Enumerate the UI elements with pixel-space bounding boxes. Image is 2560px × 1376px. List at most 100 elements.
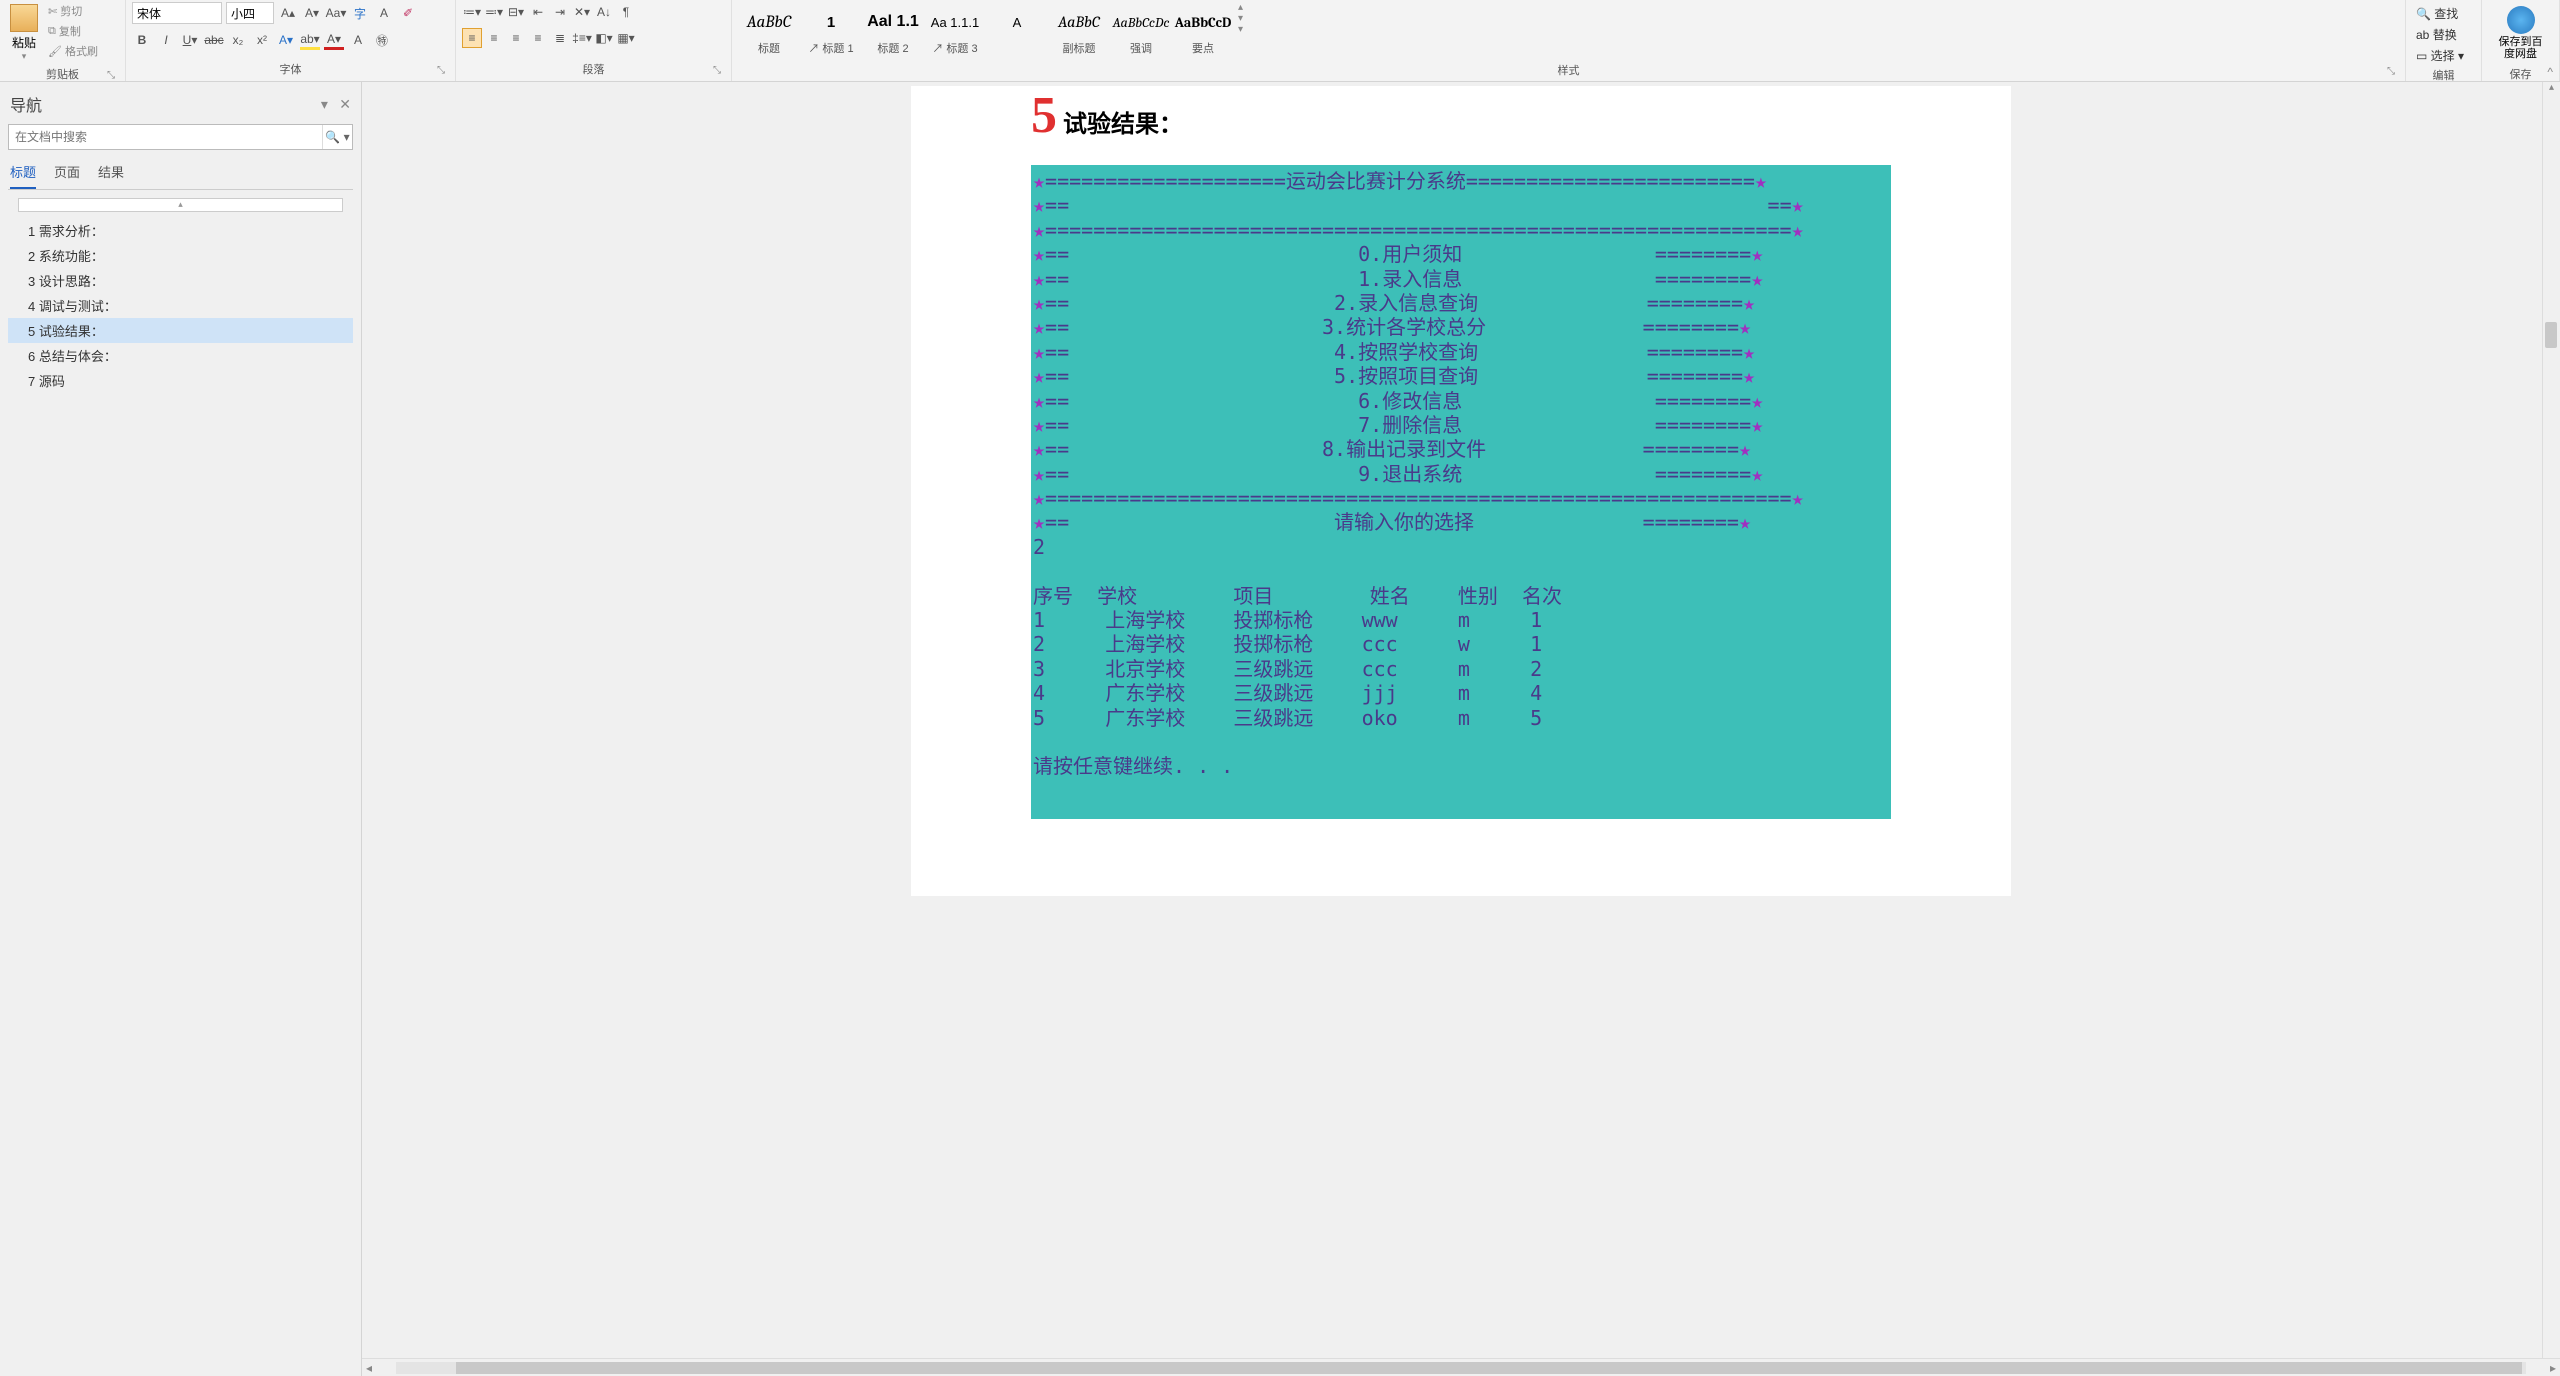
- align-right-button[interactable]: ≡: [506, 28, 526, 48]
- heading-text: 试验结果：: [1063, 104, 1183, 139]
- increase-indent-button[interactable]: ⇥: [550, 2, 570, 22]
- select-label: 选择: [2431, 49, 2455, 63]
- style-item-1[interactable]: 1↗ 标题 1: [800, 2, 862, 60]
- styles-dialog-launcher[interactable]: ⤡: [2385, 66, 2397, 78]
- nav-item[interactable]: 3 设计思路：: [8, 268, 353, 293]
- group-editing: 🔍 查找 ab 替换 ▭ 选择 ▾ 编辑: [2406, 0, 2482, 81]
- style-item-4[interactable]: A: [986, 2, 1048, 60]
- numbering-button[interactable]: ≕▾: [484, 2, 504, 22]
- styles-more-button[interactable]: ▴▾▾: [1238, 2, 1256, 35]
- style-item-6[interactable]: AaBbCcDc强调: [1110, 2, 1172, 60]
- copy-icon: ⧉: [48, 25, 56, 38]
- font-name-select[interactable]: [132, 2, 222, 24]
- bullets-button[interactable]: ≔▾: [462, 2, 482, 22]
- replace-button[interactable]: ab 替换: [2412, 25, 2468, 44]
- italic-button[interactable]: I: [156, 30, 176, 50]
- scissors-icon: ✄: [48, 5, 57, 18]
- workspace: 导航 ▾ ✕ 🔍 ▾ 标题 页面 结果 ▴ 1 需求分析：2 系统功能：3 设计…: [0, 82, 2560, 1376]
- change-case-button[interactable]: Aa▾: [326, 3, 346, 23]
- nav-item[interactable]: 2 系统功能：: [8, 243, 353, 268]
- font-color-button[interactable]: A▾: [324, 30, 344, 50]
- nav-item[interactable]: 7 源码: [8, 368, 353, 393]
- hscroll-thumb[interactable]: [456, 1362, 2522, 1374]
- align-left-button[interactable]: ≡: [462, 28, 482, 48]
- style-item-0[interactable]: AaBbC标题: [738, 2, 800, 60]
- nav-item[interactable]: 5 试验结果：: [8, 318, 353, 343]
- subscript-button[interactable]: x₂: [228, 30, 248, 50]
- find-button[interactable]: 🔍 查找: [2412, 4, 2468, 23]
- nav-search-button[interactable]: 🔍 ▾: [322, 125, 352, 149]
- group-label-clipboard: 剪贴板: [46, 69, 79, 81]
- show-marks-button[interactable]: ¶: [616, 2, 636, 22]
- paragraph-dialog-launcher[interactable]: ⤡: [711, 65, 723, 77]
- distributed-button[interactable]: ≣: [550, 28, 570, 48]
- cloud-icon: [2507, 6, 2535, 34]
- justify-button[interactable]: ≡: [528, 28, 548, 48]
- group-font: A▴ A▾ Aa▾ 字 A ✐ B I U▾ abc x₂ x² A▾ ab▾ …: [126, 0, 456, 81]
- char-border-button[interactable]: A: [374, 3, 394, 23]
- superscript-button[interactable]: x²: [252, 30, 272, 50]
- text-effects-button[interactable]: A▾: [276, 30, 296, 50]
- underline-button[interactable]: U▾: [180, 30, 200, 50]
- nav-item[interactable]: 6 总结与体会：: [8, 343, 353, 368]
- line-spacing-button[interactable]: ‡≡▾: [572, 28, 592, 48]
- style-item-7[interactable]: AaBbCcD要点: [1172, 2, 1234, 60]
- collapse-ribbon-button[interactable]: ^: [2547, 65, 2553, 79]
- style-item-3[interactable]: Aa 1.1.1↗ 标题 3: [924, 2, 986, 60]
- sort-button[interactable]: A↓: [594, 2, 614, 22]
- nav-jump-bar[interactable]: ▴: [18, 198, 343, 212]
- group-clipboard: 粘贴 ▾ ✄剪切 ⧉复制 🖌格式刷 剪贴板 ⤡: [0, 0, 126, 81]
- strikethrough-button[interactable]: abc: [204, 30, 224, 50]
- nav-tab-headings[interactable]: 标题: [10, 160, 36, 189]
- vertical-scrollbar[interactable]: ▴: [2542, 82, 2560, 1358]
- align-center-button[interactable]: ≡: [484, 28, 504, 48]
- asian-layout-button[interactable]: ✕▾: [572, 2, 592, 22]
- phonetic-guide-button[interactable]: 字: [350, 3, 370, 23]
- bold-button[interactable]: B: [132, 30, 152, 50]
- nav-tab-pages[interactable]: 页面: [54, 160, 80, 189]
- nav-dropdown-button[interactable]: ▾: [321, 96, 328, 112]
- style-item-5[interactable]: AaBbC副标题: [1048, 2, 1110, 60]
- copy-label: 复制: [59, 23, 81, 39]
- nav-item[interactable]: 4 调试与测试：: [8, 293, 353, 318]
- group-label-styles: 样式: [1558, 65, 1580, 77]
- nav-items-list: 1 需求分析：2 系统功能：3 设计思路：4 调试与测试：5 试验结果：6 总结…: [8, 218, 353, 1370]
- group-label-font: 字体: [280, 64, 302, 76]
- char-shading-button[interactable]: A: [348, 30, 368, 50]
- shading-button[interactable]: ◧▾: [594, 28, 614, 48]
- nav-tabs: 标题 页面 结果: [8, 156, 353, 190]
- grow-font-button[interactable]: A▴: [278, 3, 298, 23]
- horizontal-scrollbar[interactable]: ◂ ▸: [362, 1358, 2560, 1376]
- vscroll-thumb[interactable]: [2545, 322, 2557, 348]
- document-scroll[interactable]: 5 试验结果： ★====================运动会比赛计分系统==…: [362, 82, 2560, 1358]
- multilevel-list-button[interactable]: ⊟▾: [506, 2, 526, 22]
- decrease-indent-button[interactable]: ⇤: [528, 2, 548, 22]
- style-item-2[interactable]: Aal 1.1标题 2: [862, 2, 924, 60]
- shrink-font-button[interactable]: A▾: [302, 3, 322, 23]
- document-area: 5 试验结果： ★====================运动会比赛计分系统==…: [362, 82, 2560, 1376]
- cut-button[interactable]: ✄剪切: [46, 2, 100, 20]
- nav-title: 导航: [10, 92, 42, 116]
- nav-tab-results[interactable]: 结果: [98, 160, 124, 189]
- borders-button[interactable]: ▦▾: [616, 28, 636, 48]
- nav-search-box[interactable]: 🔍 ▾: [8, 124, 353, 150]
- nav-item[interactable]: 1 需求分析：: [8, 218, 353, 243]
- doc-heading: 5 试验结果：: [1031, 86, 1891, 145]
- font-size-select[interactable]: [226, 2, 274, 24]
- highlight-button[interactable]: ab▾: [300, 30, 320, 50]
- nav-search-input[interactable]: [9, 125, 322, 149]
- clear-formatting-button[interactable]: ✐: [398, 3, 418, 23]
- save-to-baidu-button[interactable]: 保存到百度网盘: [2488, 2, 2553, 64]
- clipboard-dialog-launcher[interactable]: ⤡: [105, 70, 117, 82]
- paste-icon: [10, 4, 38, 32]
- copy-button[interactable]: ⧉复制: [46, 22, 100, 40]
- format-painter-button[interactable]: 🖌格式刷: [46, 42, 100, 60]
- brush-icon: 🖌: [48, 45, 62, 58]
- select-button[interactable]: ▭ 选择 ▾: [2412, 46, 2468, 65]
- enclose-char-button[interactable]: ㊕: [372, 30, 392, 50]
- paste-button[interactable]: 粘贴 ▾: [6, 2, 42, 64]
- nav-close-button[interactable]: ✕: [339, 96, 351, 112]
- font-dialog-launcher[interactable]: ⤡: [435, 65, 447, 77]
- styles-gallery[interactable]: AaBbC标题1↗ 标题 1Aal 1.1标题 2Aa 1.1.1↗ 标题 3A…: [738, 2, 1234, 60]
- group-paragraph: ≔▾ ≕▾ ⊟▾ ⇤ ⇥ ✕▾ A↓ ¶ ≡ ≡ ≡ ≡ ≣ ‡≡▾ ◧▾ ▦▾…: [456, 0, 732, 81]
